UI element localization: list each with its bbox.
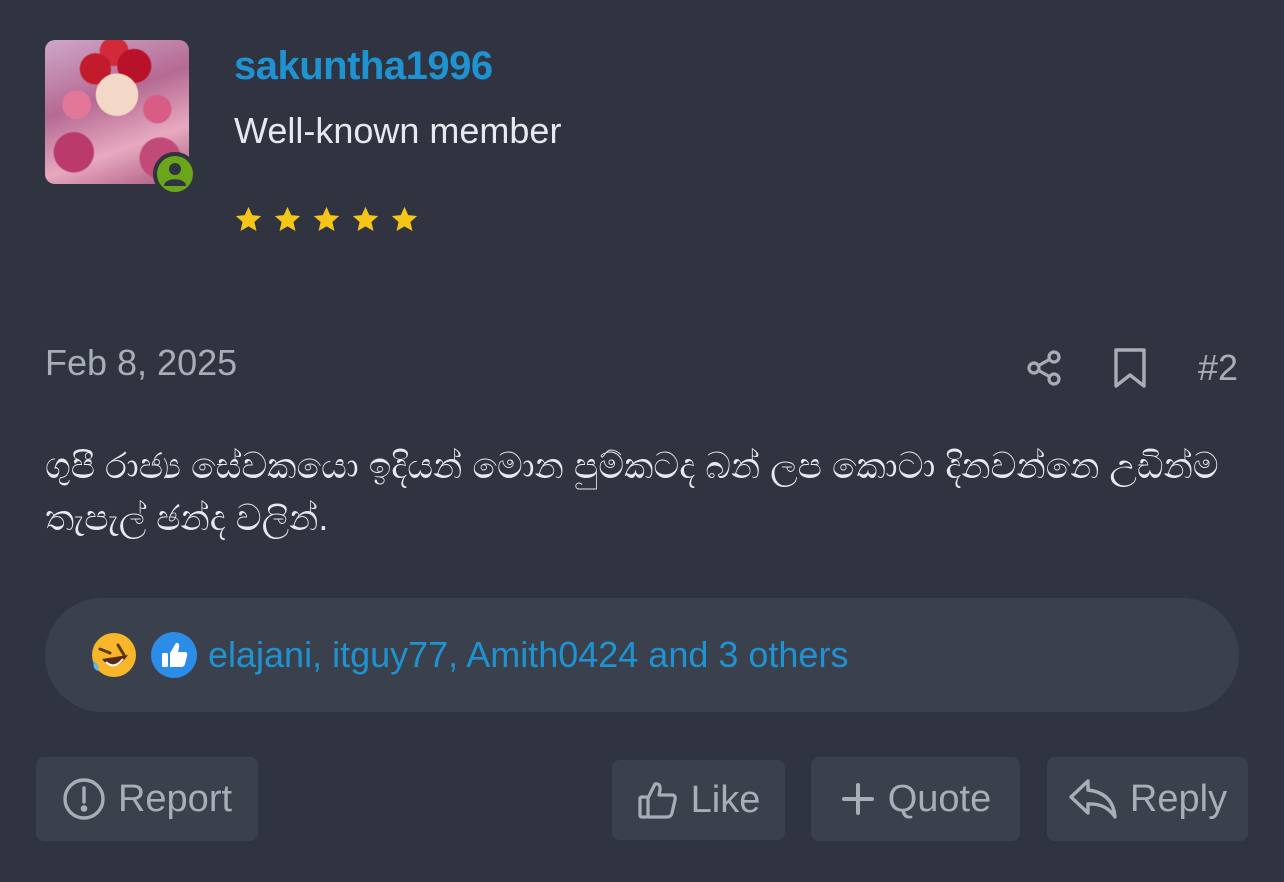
rolling-laughing-emoji-icon bbox=[90, 631, 138, 679]
online-user-icon bbox=[153, 152, 197, 196]
like-button[interactable]: Like bbox=[612, 760, 785, 840]
reactions-bar: elajani, itguy77, Amith0424 and 3 others bbox=[45, 598, 1239, 712]
like-label: Like bbox=[690, 778, 761, 821]
reply-arrow-icon bbox=[1069, 779, 1117, 819]
post-number-link[interactable]: #2 bbox=[1198, 347, 1238, 389]
share-button[interactable] bbox=[1022, 340, 1066, 396]
report-label: Report bbox=[117, 777, 233, 820]
username-link[interactable]: sakuntha1996 bbox=[234, 44, 493, 89]
post-date-link[interactable]: Feb 8, 2025 bbox=[45, 342, 237, 384]
rating-stars bbox=[234, 205, 419, 234]
post-container: sakuntha1996 Well-known member Feb 8, 20… bbox=[0, 0, 1284, 882]
bookmark-icon bbox=[1114, 348, 1146, 388]
reaction-users-link[interactable]: elajani, itguy77, Amith0424 and 3 others bbox=[208, 634, 848, 676]
report-button[interactable]: Report bbox=[36, 757, 258, 841]
reply-button[interactable]: Reply bbox=[1047, 757, 1248, 841]
star-icon bbox=[352, 206, 379, 231]
star-icon bbox=[274, 206, 301, 231]
reply-label: Reply bbox=[1129, 777, 1228, 820]
alert-circle-icon bbox=[63, 778, 105, 820]
bookmark-button[interactable] bbox=[1108, 340, 1152, 396]
quote-label: Quote bbox=[887, 777, 992, 820]
avatar-container[interactable] bbox=[45, 40, 197, 196]
star-icon bbox=[391, 206, 418, 231]
post-meta-actions: #2 bbox=[1022, 340, 1238, 396]
star-icon bbox=[235, 206, 262, 231]
user-title: Well-known member bbox=[234, 110, 562, 151]
online-indicator bbox=[153, 152, 197, 196]
thumbs-up-emoji-icon bbox=[150, 631, 198, 679]
plus-icon bbox=[841, 783, 874, 815]
post-body: ගුපී රාජ්‍ය සේවකයො ඉදියන් මොන පුම්කටද බන… bbox=[45, 445, 1219, 538]
star-icon bbox=[313, 206, 340, 231]
share-icon bbox=[1027, 350, 1061, 386]
thumbs-up-icon bbox=[638, 782, 677, 819]
quote-button[interactable]: Quote bbox=[811, 757, 1020, 841]
